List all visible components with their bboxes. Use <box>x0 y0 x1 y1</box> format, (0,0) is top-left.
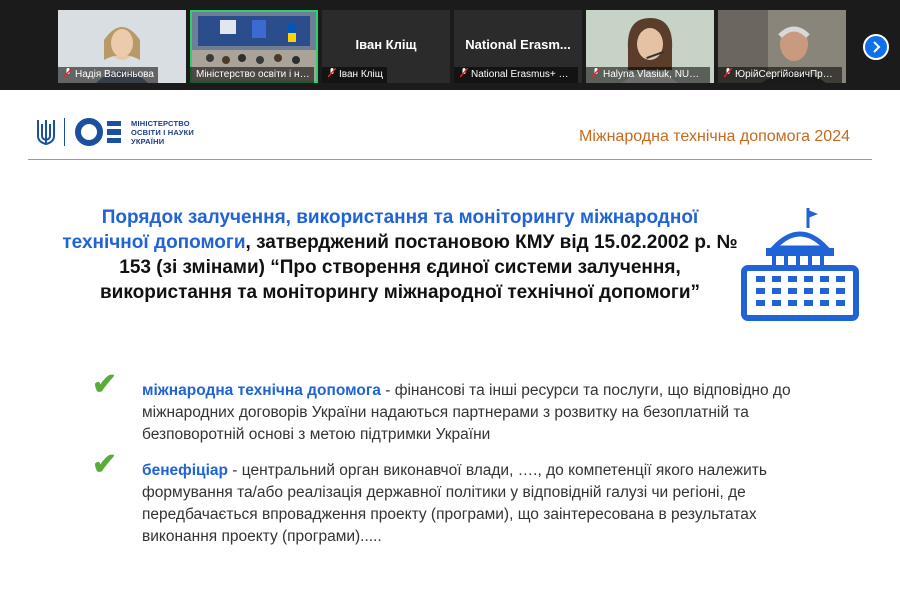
video-tile[interactable]: Іван Кліщ Іван Кліщ <box>322 10 450 83</box>
header-divider <box>28 159 872 160</box>
mic-muted-icon <box>460 68 468 78</box>
logo-divider <box>64 118 65 146</box>
logo-text: МІНІСТЕРСТВО ОСВІТИ І НАУКИ УКРАЇНИ <box>131 119 194 146</box>
logo-line: МІНІСТЕРСТВО <box>131 118 190 128</box>
definition-term: міжнародна технічна допомога <box>142 382 381 399</box>
slide-header-title: Міжнародна технічна допомога 2024 <box>579 128 850 145</box>
ministry-logo: МІНІСТЕРСТВО ОСВІТИ І НАУКИ УКРАЇНИ <box>36 117 194 147</box>
mic-muted-icon <box>592 68 600 78</box>
definition-item: ✔ бенефіціар - центральний орган виконав… <box>92 450 832 548</box>
government-building-icon <box>741 208 859 321</box>
definition-term: бенефіціар <box>142 462 228 479</box>
mic-muted-icon <box>64 68 72 78</box>
definition-body: - центральний орган виконавчої влади, ….… <box>142 462 767 545</box>
video-tile[interactable]: Halyna Vlasiuk, NUWEE <box>586 10 714 83</box>
participant-display-name: National Erasm... <box>465 37 571 52</box>
oi-logo-mark <box>75 118 121 146</box>
logo-line: УКРАЇНИ <box>131 136 165 146</box>
video-tile[interactable]: ЮрійСергійовичПрой... <box>718 10 846 83</box>
participants-strip: Надія Васиньова Міністерство освіти і на… <box>0 0 900 90</box>
video-tile[interactable]: National Erasm... National Erasmus+ off.… <box>454 10 582 83</box>
participant-name: Halyna Vlasiuk, NUWEE <box>586 67 710 83</box>
mic-muted-icon <box>724 68 732 78</box>
checkmark-icon: ✔ <box>92 368 118 401</box>
video-tile[interactable]: Надія Васиньова <box>58 10 186 83</box>
participant-name: Міністерство освіти і нау... <box>190 67 314 83</box>
checkmark-icon: ✔ <box>92 448 118 481</box>
chevron-right-icon <box>873 41 881 53</box>
participant-name: National Erasmus+ off... <box>454 67 578 83</box>
definition-text: бенефіціар - центральний орган виконавчо… <box>142 460 832 548</box>
logo-line: ОСВІТИ І НАУКИ <box>131 127 194 137</box>
shared-slide: МІНІСТЕРСТВО ОСВІТИ І НАУКИ УКРАЇНИ Міжн… <box>0 90 900 600</box>
participant-name: Надія Васиньова <box>58 67 158 83</box>
next-participants-button[interactable] <box>863 34 889 60</box>
slide-heading: Порядок залучення, використання та моніт… <box>60 205 740 305</box>
participant-display-name: Іван Кліщ <box>355 37 417 52</box>
mic-muted-icon <box>328 68 336 78</box>
participant-name: Іван Кліщ <box>322 67 387 83</box>
video-tile-active[interactable]: Міністерство освіти і нау... <box>190 10 318 83</box>
definition-item: ✔ міжнародна технічна допомога - фінансо… <box>92 370 832 446</box>
participant-name: ЮрійСергійовичПрой... <box>718 67 842 83</box>
definition-text: міжнародна технічна допомога - фінансові… <box>142 380 832 446</box>
trident-icon <box>37 120 55 146</box>
